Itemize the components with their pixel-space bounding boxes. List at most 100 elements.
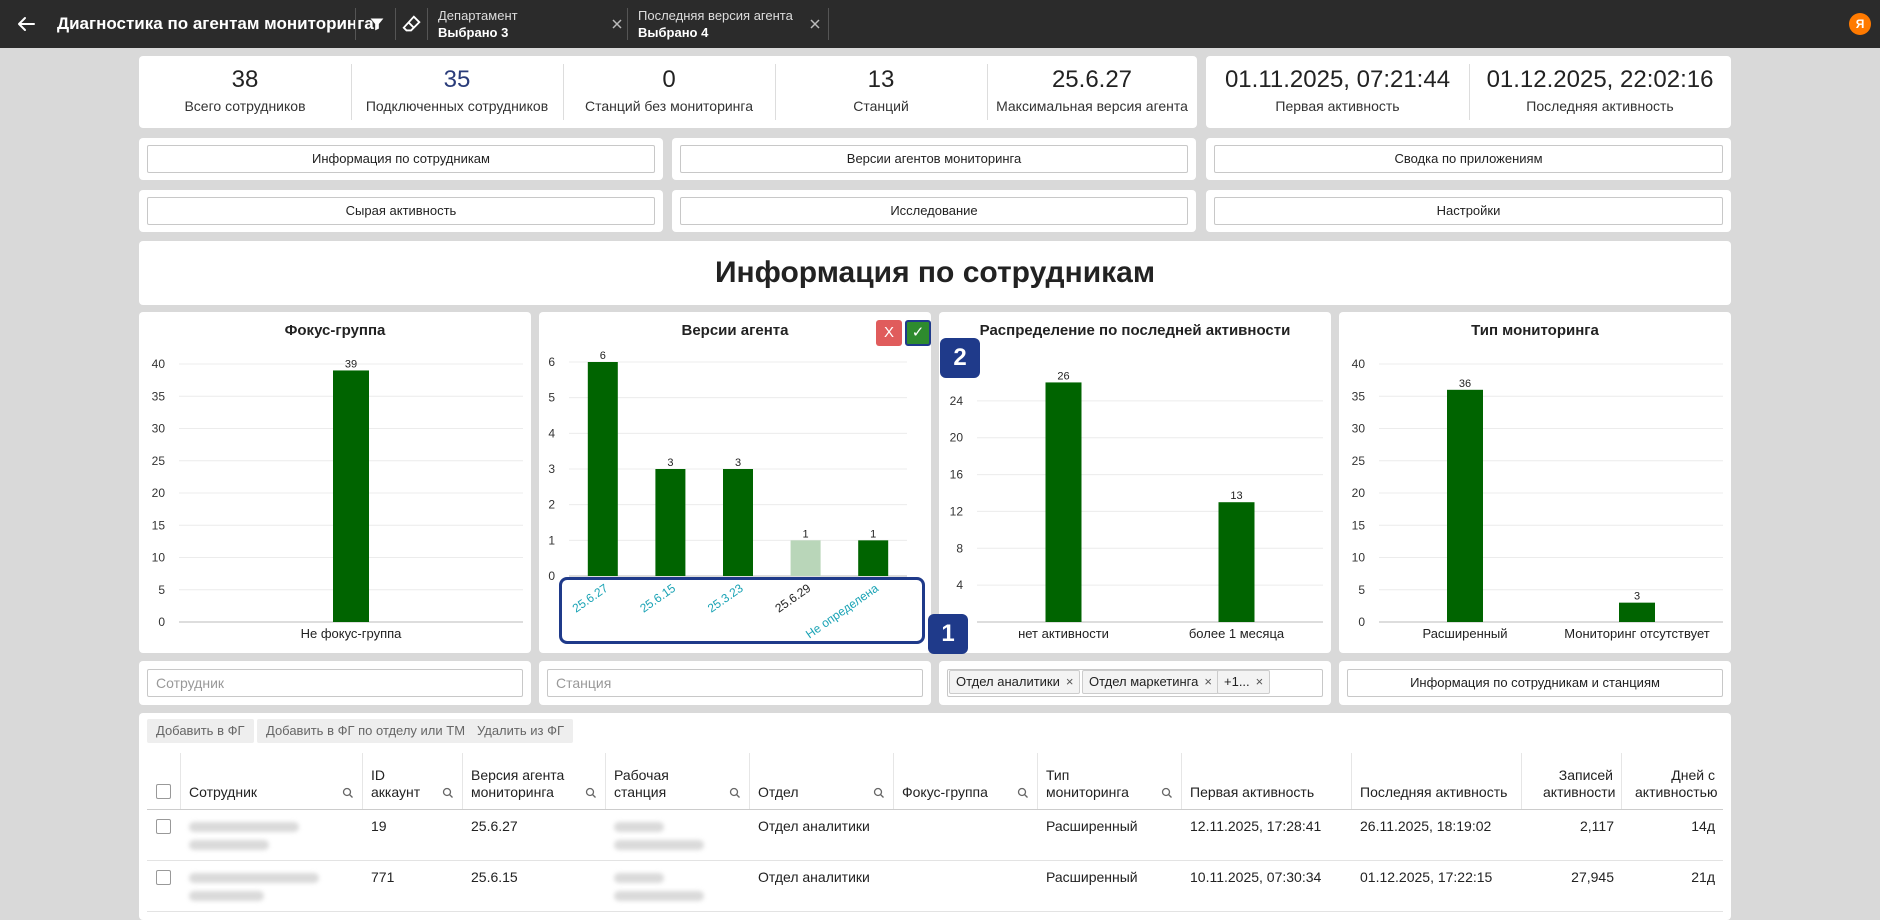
confirm-selection-button[interactable]: ✓ [905, 320, 931, 346]
table-row[interactable]: 19 25.6.27 Отдел аналитики Расширенный 1… [147, 810, 1723, 860]
y-tick-label: 40 [152, 357, 166, 371]
tag-label: Отдел маркетинга [1089, 674, 1199, 689]
nav-card: Версии агентов мониторинга [672, 138, 1196, 180]
department-tag[interactable]: Отдел аналитики × [949, 670, 1081, 694]
cell-activity-records: 27,945 [1571, 869, 1614, 885]
bar[interactable] [587, 362, 618, 576]
filter-agent-version[interactable]: Последняя версия агента Выбрано 4 [638, 8, 828, 40]
page-title: Диагностика по агентам мониторинга [57, 14, 374, 33]
employee-name-redacted [189, 840, 269, 850]
add-to-fg-button[interactable]: Добавить в ФГ [147, 719, 254, 743]
y-tick-label: 35 [152, 389, 166, 403]
bar[interactable] [655, 469, 686, 576]
row-checkbox[interactable] [156, 870, 171, 885]
close-icon[interactable]: × [1256, 671, 1264, 693]
nav-card: Информация по сотрудникам [139, 138, 663, 180]
y-tick-label: 24 [950, 394, 964, 408]
select-all-checkbox[interactable] [156, 784, 171, 799]
table-row[interactable]: 771 25.6.15 Отдел аналитики Расширенный … [147, 861, 1723, 911]
row-checkbox[interactable] [156, 819, 171, 834]
cancel-selection-button[interactable]: X [876, 320, 902, 346]
y-tick-label: 40 [1352, 357, 1366, 371]
close-icon[interactable]: × [1204, 671, 1212, 693]
search-icon[interactable] [873, 787, 885, 799]
search-icon[interactable] [729, 787, 741, 799]
column-header[interactable]: Дней с активностью [1622, 753, 1723, 809]
divider [828, 8, 829, 40]
column-header[interactable]: Фокус-группа [894, 753, 1038, 809]
column-header[interactable]: Записей активности [1522, 753, 1622, 809]
add-to-fg-by-dept-button[interactable]: Добавить в ФГ по отделу или ТМ [257, 719, 475, 743]
column-header[interactable]: Рабочая станция [606, 753, 750, 809]
back-arrow-icon[interactable] [14, 12, 38, 36]
column-header[interactable]: Отдел [750, 753, 894, 809]
eraser-icon[interactable] [401, 13, 423, 35]
bar-value-label: 26 [1057, 370, 1069, 382]
y-tick-label: 25 [1352, 454, 1366, 468]
employees-table: Сотрудник ID аккаунт Версия агента монит… [147, 753, 1723, 920]
filter-department[interactable]: Департамент Выбрано 3 [438, 8, 628, 40]
kpi-label: Подключенных сотрудников [365, 98, 549, 114]
y-tick-label: 3 [548, 462, 555, 476]
nav-employee-info-button[interactable]: Информация по сотрудникам [147, 145, 655, 173]
y-tick-label: 5 [548, 391, 555, 405]
y-tick-label: 16 [950, 468, 964, 482]
bar-value-label: 6 [600, 350, 606, 362]
divider [147, 911, 1723, 912]
column-header[interactable]: ID аккаунт [363, 753, 463, 809]
search-icon[interactable] [1161, 787, 1173, 799]
filter-icon[interactable] [366, 13, 388, 35]
employees-and-stations-info-button[interactable]: Информация по сотрудникам и станциям [1347, 669, 1723, 697]
nav-settings-button[interactable]: Настройки [1214, 197, 1723, 225]
employee-search-input[interactable]: Сотрудник [147, 669, 523, 697]
y-tick-label: 10 [1352, 551, 1366, 565]
remove-from-fg-button[interactable]: Удалить из ФГ [468, 719, 574, 743]
close-icon[interactable] [808, 17, 822, 31]
nav-raw-activity-button[interactable]: Сырая активность [147, 197, 655, 225]
close-icon[interactable]: × [1066, 671, 1074, 693]
bar[interactable] [1218, 502, 1255, 622]
column-header[interactable]: Тип мониторинга [1038, 753, 1182, 809]
column-header[interactable]: Версия агента мониторинга [463, 753, 606, 809]
bar[interactable] [333, 370, 369, 622]
filter-value: Выбрано 4 [638, 25, 709, 40]
bar[interactable] [723, 469, 753, 576]
bar[interactable] [1045, 382, 1082, 622]
bar[interactable] [1619, 602, 1655, 622]
bar[interactable] [1447, 389, 1483, 622]
close-icon[interactable] [610, 17, 624, 31]
column-header[interactable]: Первая активность [1182, 753, 1352, 809]
cell-account-id: 19 [371, 818, 387, 834]
column-header[interactable]: Сотрудник [181, 753, 363, 809]
kpi-value: 01.11.2025, 07:21:44 [1224, 66, 1451, 93]
station-search-input[interactable]: Станция [547, 669, 923, 697]
kpi-value: 01.12.2025, 22:02:16 [1486, 66, 1714, 93]
annotation-marker-1: 1 [928, 614, 968, 654]
nav-card: Настройки [1206, 190, 1731, 232]
search-icon[interactable] [1017, 787, 1029, 799]
kpi-connected-employees: 35 Подключенных сотрудников [351, 56, 563, 128]
employee-name-redacted [189, 822, 299, 832]
y-tick-label: 4 [548, 426, 555, 440]
kpi-stations-without-monitoring: 0 Станций без мониторинга [563, 56, 775, 128]
department-tag[interactable]: Отдел маркетинга × [1082, 670, 1219, 694]
bar[interactable] [790, 540, 821, 576]
department-tag-more[interactable]: +1... × [1217, 670, 1271, 694]
column-header[interactable]: Последняя активность [1352, 753, 1522, 809]
kpi-label: Максимальная версия агента [996, 98, 1188, 114]
bar-value-label: 3 [735, 457, 741, 469]
nav-card: Исследование [672, 190, 1196, 232]
nav-research-button[interactable]: Исследование [680, 197, 1188, 225]
search-icon[interactable] [585, 787, 597, 799]
x-tick-label: Мониторинг отсутствует [1564, 626, 1709, 641]
bar[interactable] [858, 540, 889, 576]
nav-apps-summary-button[interactable]: Сводка по приложениям [1214, 145, 1723, 173]
avatar[interactable]: Я [1849, 13, 1871, 35]
select-all-cell [147, 753, 181, 809]
search-icon[interactable] [342, 787, 354, 799]
kpi-max-agent-version: 25.6.27 Максимальная версия агента [987, 56, 1197, 128]
search-icon[interactable] [442, 787, 454, 799]
divider [627, 8, 628, 40]
nav-card: Сырая активность [139, 190, 663, 232]
nav-agent-versions-button[interactable]: Версии агентов мониторинга [680, 145, 1188, 173]
